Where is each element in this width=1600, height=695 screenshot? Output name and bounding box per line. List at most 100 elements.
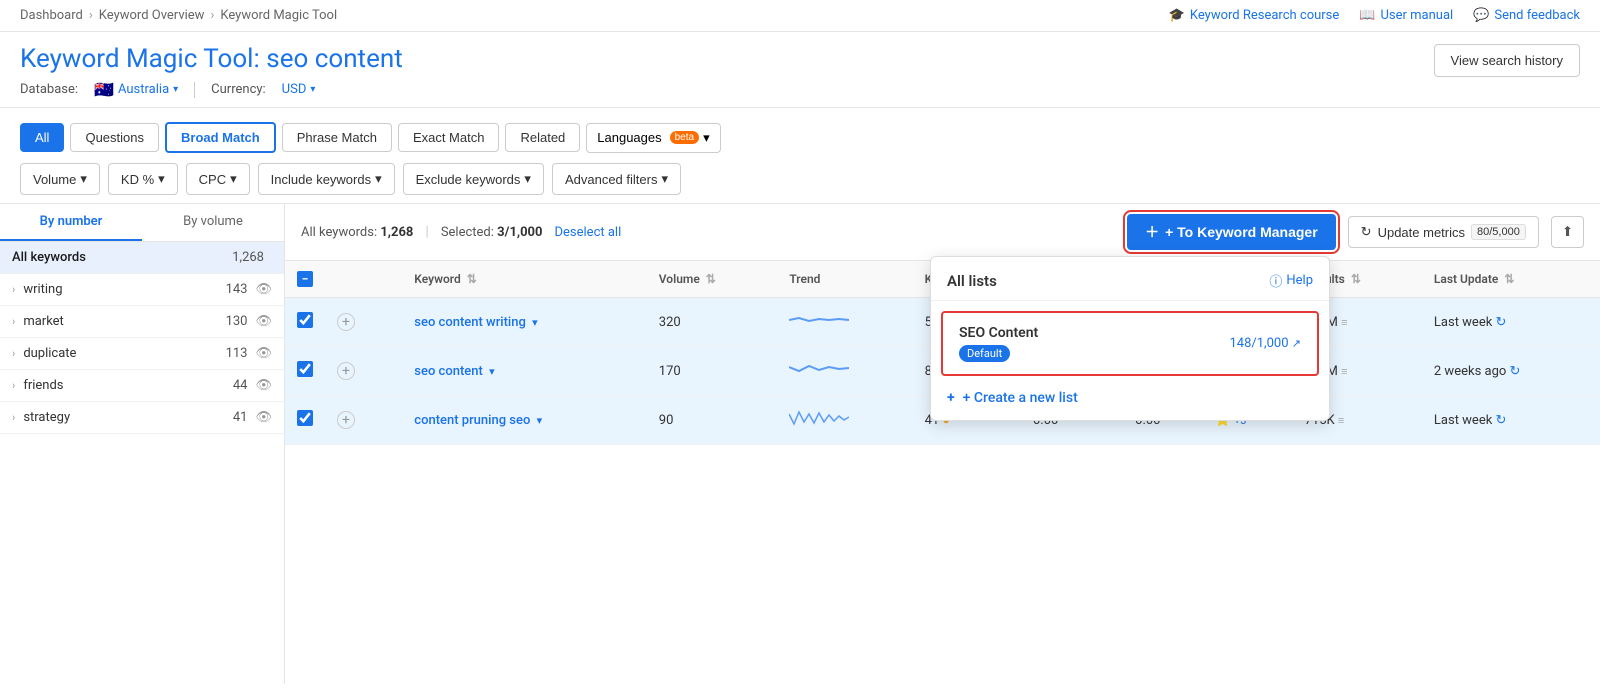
sidebar-item-duplicate[interactable]: › duplicate 113 👁 <box>0 338 284 370</box>
tab-languages[interactable]: Languages beta ▾ <box>586 123 720 153</box>
row3-checkbox[interactable] <box>297 410 313 426</box>
cpc-chevron-icon: ▾ <box>230 171 237 187</box>
export-icon: ⬆ <box>1562 224 1573 239</box>
kd-filter[interactable]: KD % ▾ <box>108 163 178 195</box>
list-count: 148/1,000 ↗ <box>1229 336 1301 351</box>
results-sort-icon[interactable]: ⇅ <box>1351 272 1361 286</box>
database-selector[interactable]: 🇦🇺 Australia ▾ <box>94 80 178 99</box>
include-keywords-filter[interactable]: Include keywords ▾ <box>258 163 395 195</box>
breadcrumb-dashboard[interactable]: Dashboard <box>20 8 83 23</box>
table-header-bar: All keywords: 1,268 | Selected: 3/1,000 … <box>285 204 1600 261</box>
title-static: Keyword Magic Tool: <box>20 44 260 74</box>
keyword-sort-icon[interactable]: ⇅ <box>467 272 477 286</box>
db-label: Database: <box>20 82 78 97</box>
tab-phrase-match[interactable]: Phrase Match <box>282 123 392 152</box>
row3-last-update: Last week ↻ <box>1422 396 1600 445</box>
plus-icon: + <box>947 390 955 406</box>
create-new-list-button[interactable]: + + Create a new list <box>931 376 1329 420</box>
row2-keyword-link[interactable]: seo content <box>414 364 483 379</box>
popup-list-item-highlighted[interactable]: SEO Content Default 148/1,000 ↗ <box>941 311 1319 376</box>
row3-dropdown-icon[interactable]: ▾ <box>537 414 543 427</box>
send-feedback-link[interactable]: 💬 Send feedback <box>1473 8 1580 23</box>
sidebar-tab-by-volume[interactable]: By volume <box>142 204 284 241</box>
col-last-update: Last Update ⇅ <box>1422 261 1600 298</box>
view-search-history-button[interactable]: View search history <box>1434 44 1580 77</box>
keyword-manager-popup: All lists ⓘ Help SEO Content Default 148 <box>930 256 1330 421</box>
row2-trend <box>777 347 912 396</box>
eye-icon[interactable]: 👁 <box>255 346 272 361</box>
sidebar-item-friends[interactable]: › friends 44 👁 <box>0 370 284 402</box>
row1-checkbox-cell <box>285 298 325 347</box>
user-manual-link[interactable]: 📖 User manual <box>1359 8 1453 23</box>
row1-checkbox[interactable] <box>297 312 313 328</box>
popup-help-label: Help <box>1286 273 1313 288</box>
languages-chevron-icon: ▾ <box>703 130 710 146</box>
add-icon[interactable]: + <box>337 313 355 331</box>
tab-questions[interactable]: Questions <box>70 123 159 152</box>
deselect-all-link[interactable]: Deselect all <box>554 225 621 240</box>
add-icon[interactable]: + <box>337 411 355 429</box>
breadcrumb-keyword-overview[interactable]: Keyword Overview <box>99 8 205 23</box>
send-feedback-label: Send feedback <box>1494 8 1580 23</box>
exclude-keywords-label: Exclude keywords <box>416 172 521 187</box>
top-bar: Dashboard › Keyword Overview › Keyword M… <box>0 0 1600 32</box>
advanced-filters-button[interactable]: Advanced filters ▾ <box>552 163 681 195</box>
sidebar-item-market[interactable]: › market 130 👁 <box>0 306 284 338</box>
row2-checkbox[interactable] <box>297 361 313 377</box>
row3-trend <box>777 396 912 445</box>
page-title: Keyword Magic Tool: seo content <box>20 44 403 74</box>
row1-dropdown-icon[interactable]: ▾ <box>532 316 538 329</box>
main-content: By number By volume All keywords 1,268 ›… <box>0 204 1600 684</box>
update-metrics-button[interactable]: ↻ Update metrics 80/5,000 <box>1348 216 1539 248</box>
all-keywords-info-count: 1,268 <box>380 225 413 240</box>
add-icon[interactable]: + <box>337 362 355 380</box>
table-area: All keywords: 1,268 | Selected: 3/1,000 … <box>285 204 1600 684</box>
filter-buttons-row: Volume ▾ KD % ▾ CPC ▾ Include keywords ▾… <box>20 163 1580 195</box>
row1-keyword-link[interactable]: seo content writing <box>414 315 526 330</box>
to-keyword-manager-button[interactable]: ＋ + To Keyword Manager <box>1127 214 1336 250</box>
kd-chevron-icon: ▾ <box>158 171 165 187</box>
keyword-research-course-link[interactable]: 🎓 Keyword Research course <box>1169 8 1340 23</box>
chevron-right-icon: › <box>12 347 15 360</box>
currency-selector[interactable]: USD ▾ <box>282 82 316 97</box>
row2-dropdown-icon[interactable]: ▾ <box>489 365 495 378</box>
last-update-sort-icon[interactable]: ⇅ <box>1504 272 1514 286</box>
sidebar-tab-by-number[interactable]: By number <box>0 204 142 241</box>
sidebar-item-all-keywords[interactable]: All keywords 1,268 <box>0 242 284 274</box>
duplicate-count: 113 <box>226 346 248 361</box>
top-links: 🎓 Keyword Research course 📖 User manual … <box>1169 8 1580 23</box>
volume-sort-icon[interactable]: ⇅ <box>706 272 716 286</box>
row3-keyword-link[interactable]: content pruning seo <box>414 413 530 428</box>
tab-all[interactable]: All <box>20 123 64 152</box>
selected-count: 3/1,000 <box>497 225 542 240</box>
eye-icon[interactable]: 👁 <box>255 314 272 329</box>
row2-keyword-cell: seo content ▾ <box>402 347 646 396</box>
col-keyword: Keyword ⇅ <box>402 261 646 298</box>
tab-broad-match[interactable]: Broad Match <box>165 122 276 153</box>
chevron-right-icon: › <box>12 315 15 328</box>
eye-icon[interactable]: 👁 <box>255 378 272 393</box>
create-new-list-label: + Create a new list <box>963 390 1078 406</box>
tab-related[interactable]: Related <box>505 123 580 152</box>
cpc-filter[interactable]: CPC ▾ <box>186 163 250 195</box>
popup-seo-content-item[interactable]: SEO Content Default 148/1,000 ↗ <box>943 313 1317 374</box>
row1-keyword-cell: seo content writing ▾ <box>402 298 646 347</box>
exclude-keywords-filter[interactable]: Exclude keywords ▾ <box>403 163 544 195</box>
export-button[interactable]: ⬆ <box>1551 216 1584 248</box>
tab-exact-match[interactable]: Exact Match <box>398 123 500 152</box>
eye-icon[interactable]: 👁 <box>255 410 272 425</box>
friends-count: 44 <box>233 378 248 393</box>
sidebar-item-writing[interactable]: › writing 143 👁 <box>0 274 284 306</box>
languages-label: Languages <box>597 130 661 145</box>
eye-icon[interactable]: 👁 <box>255 282 272 297</box>
volume-label: Volume <box>33 172 76 187</box>
deselect-all-checkbox[interactable]: − <box>297 271 313 287</box>
chat-icon: 💬 <box>1473 8 1489 23</box>
row3-keyword-cell: content pruning seo ▾ <box>402 396 646 445</box>
kd-label: KD % <box>121 172 154 187</box>
breadcrumb-sep-1: › <box>89 8 93 23</box>
row2-volume: 170 <box>647 347 778 396</box>
sidebar-item-strategy[interactable]: › strategy 41 👁 <box>0 402 284 434</box>
volume-filter[interactable]: Volume ▾ <box>20 163 100 195</box>
popup-help-link[interactable]: ⓘ Help <box>1269 271 1313 290</box>
